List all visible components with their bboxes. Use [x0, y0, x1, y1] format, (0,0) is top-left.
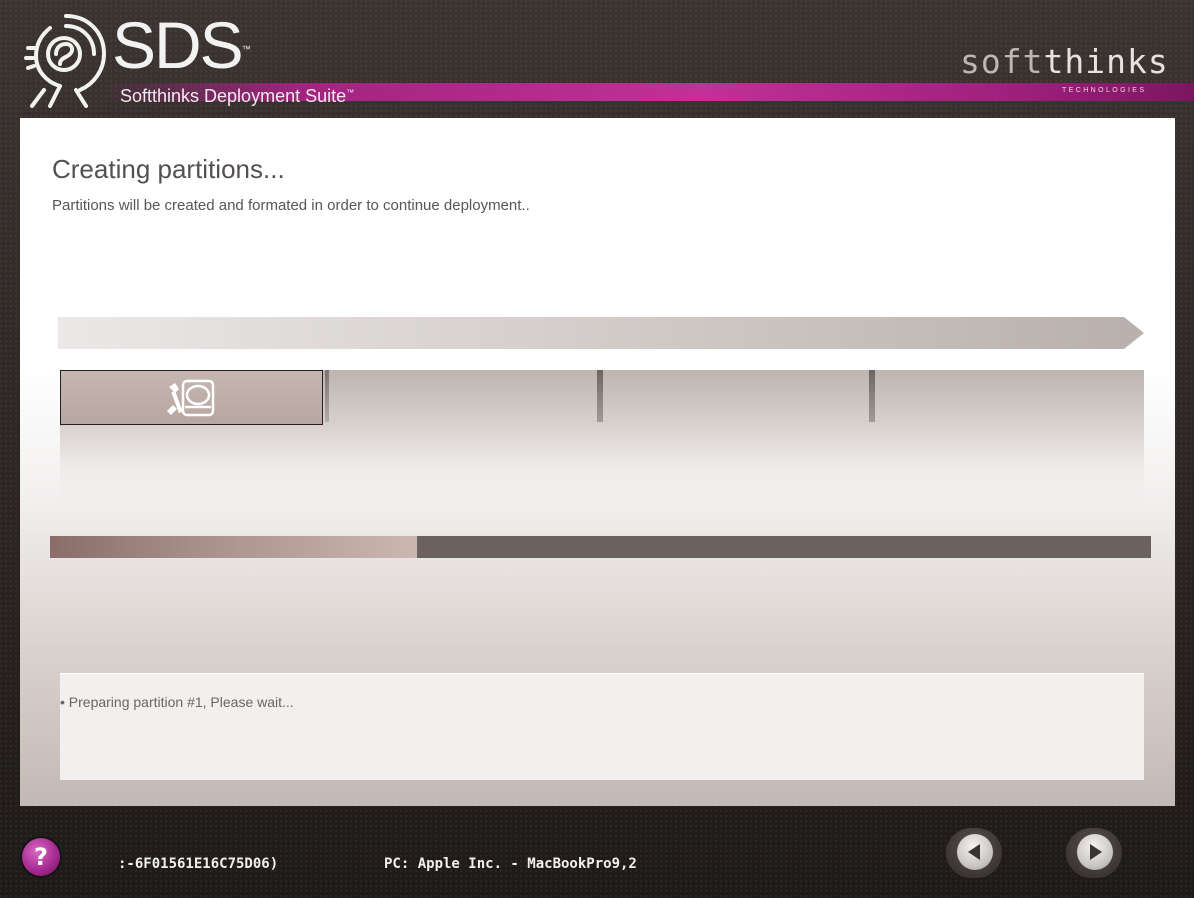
step-separator — [597, 370, 603, 422]
help-button[interactable]: ? — [22, 838, 60, 876]
brand-name-light: soft — [960, 42, 1044, 81]
softthinks-brand-logo: softthinks — [960, 44, 1169, 80]
sds-logo-text: SDS™ — [112, 12, 251, 78]
next-arrow-icon — [1090, 844, 1102, 860]
next-button[interactable] — [1066, 828, 1122, 878]
brand-name-bold: thinks — [1043, 42, 1169, 81]
log-output-box: • Preparing partition #1, Please wait... — [60, 673, 1144, 780]
back-button[interactable] — [946, 828, 1002, 878]
suite-trademark: ™ — [346, 88, 355, 97]
sds-logo-icon — [24, 14, 107, 108]
page-subtitle: Partitions will be created and formated … — [52, 197, 530, 214]
step-arrow-bar — [58, 317, 1144, 349]
progress-bar — [50, 536, 1151, 558]
pc-info-text: PC: Apple Inc. - MacBookPro9,2 — [384, 856, 637, 872]
log-line: • Preparing partition #1, Please wait... — [60, 694, 294, 710]
step-indicator — [60, 370, 1144, 510]
sds-logo-letters: SDS — [112, 8, 244, 82]
header: SDS™ Softthinks Deployment Suite™ softth… — [0, 0, 1194, 118]
suite-label: Softthinks Deployment Suite™ — [120, 82, 354, 107]
logo-trademark: ™ — [241, 44, 251, 54]
progress-bar-fill — [50, 536, 417, 558]
back-arrow-icon — [968, 844, 980, 860]
machine-id-text: :-6F01561E16C75D06) — [118, 856, 279, 872]
step-separator — [325, 370, 329, 422]
disk-tools-icon — [167, 379, 215, 417]
step-partitioning-active — [60, 370, 323, 425]
step-separator — [869, 370, 875, 422]
application-window: SDS™ Softthinks Deployment Suite™ softth… — [0, 0, 1194, 898]
main-panel: Creating partitions... Partitions will b… — [20, 118, 1175, 806]
brand-subtitle: TECHNOLOGIES — [1062, 87, 1147, 94]
suite-label-text: Softthinks Deployment Suite — [120, 86, 347, 106]
page-title: Creating partitions... — [52, 154, 285, 184]
